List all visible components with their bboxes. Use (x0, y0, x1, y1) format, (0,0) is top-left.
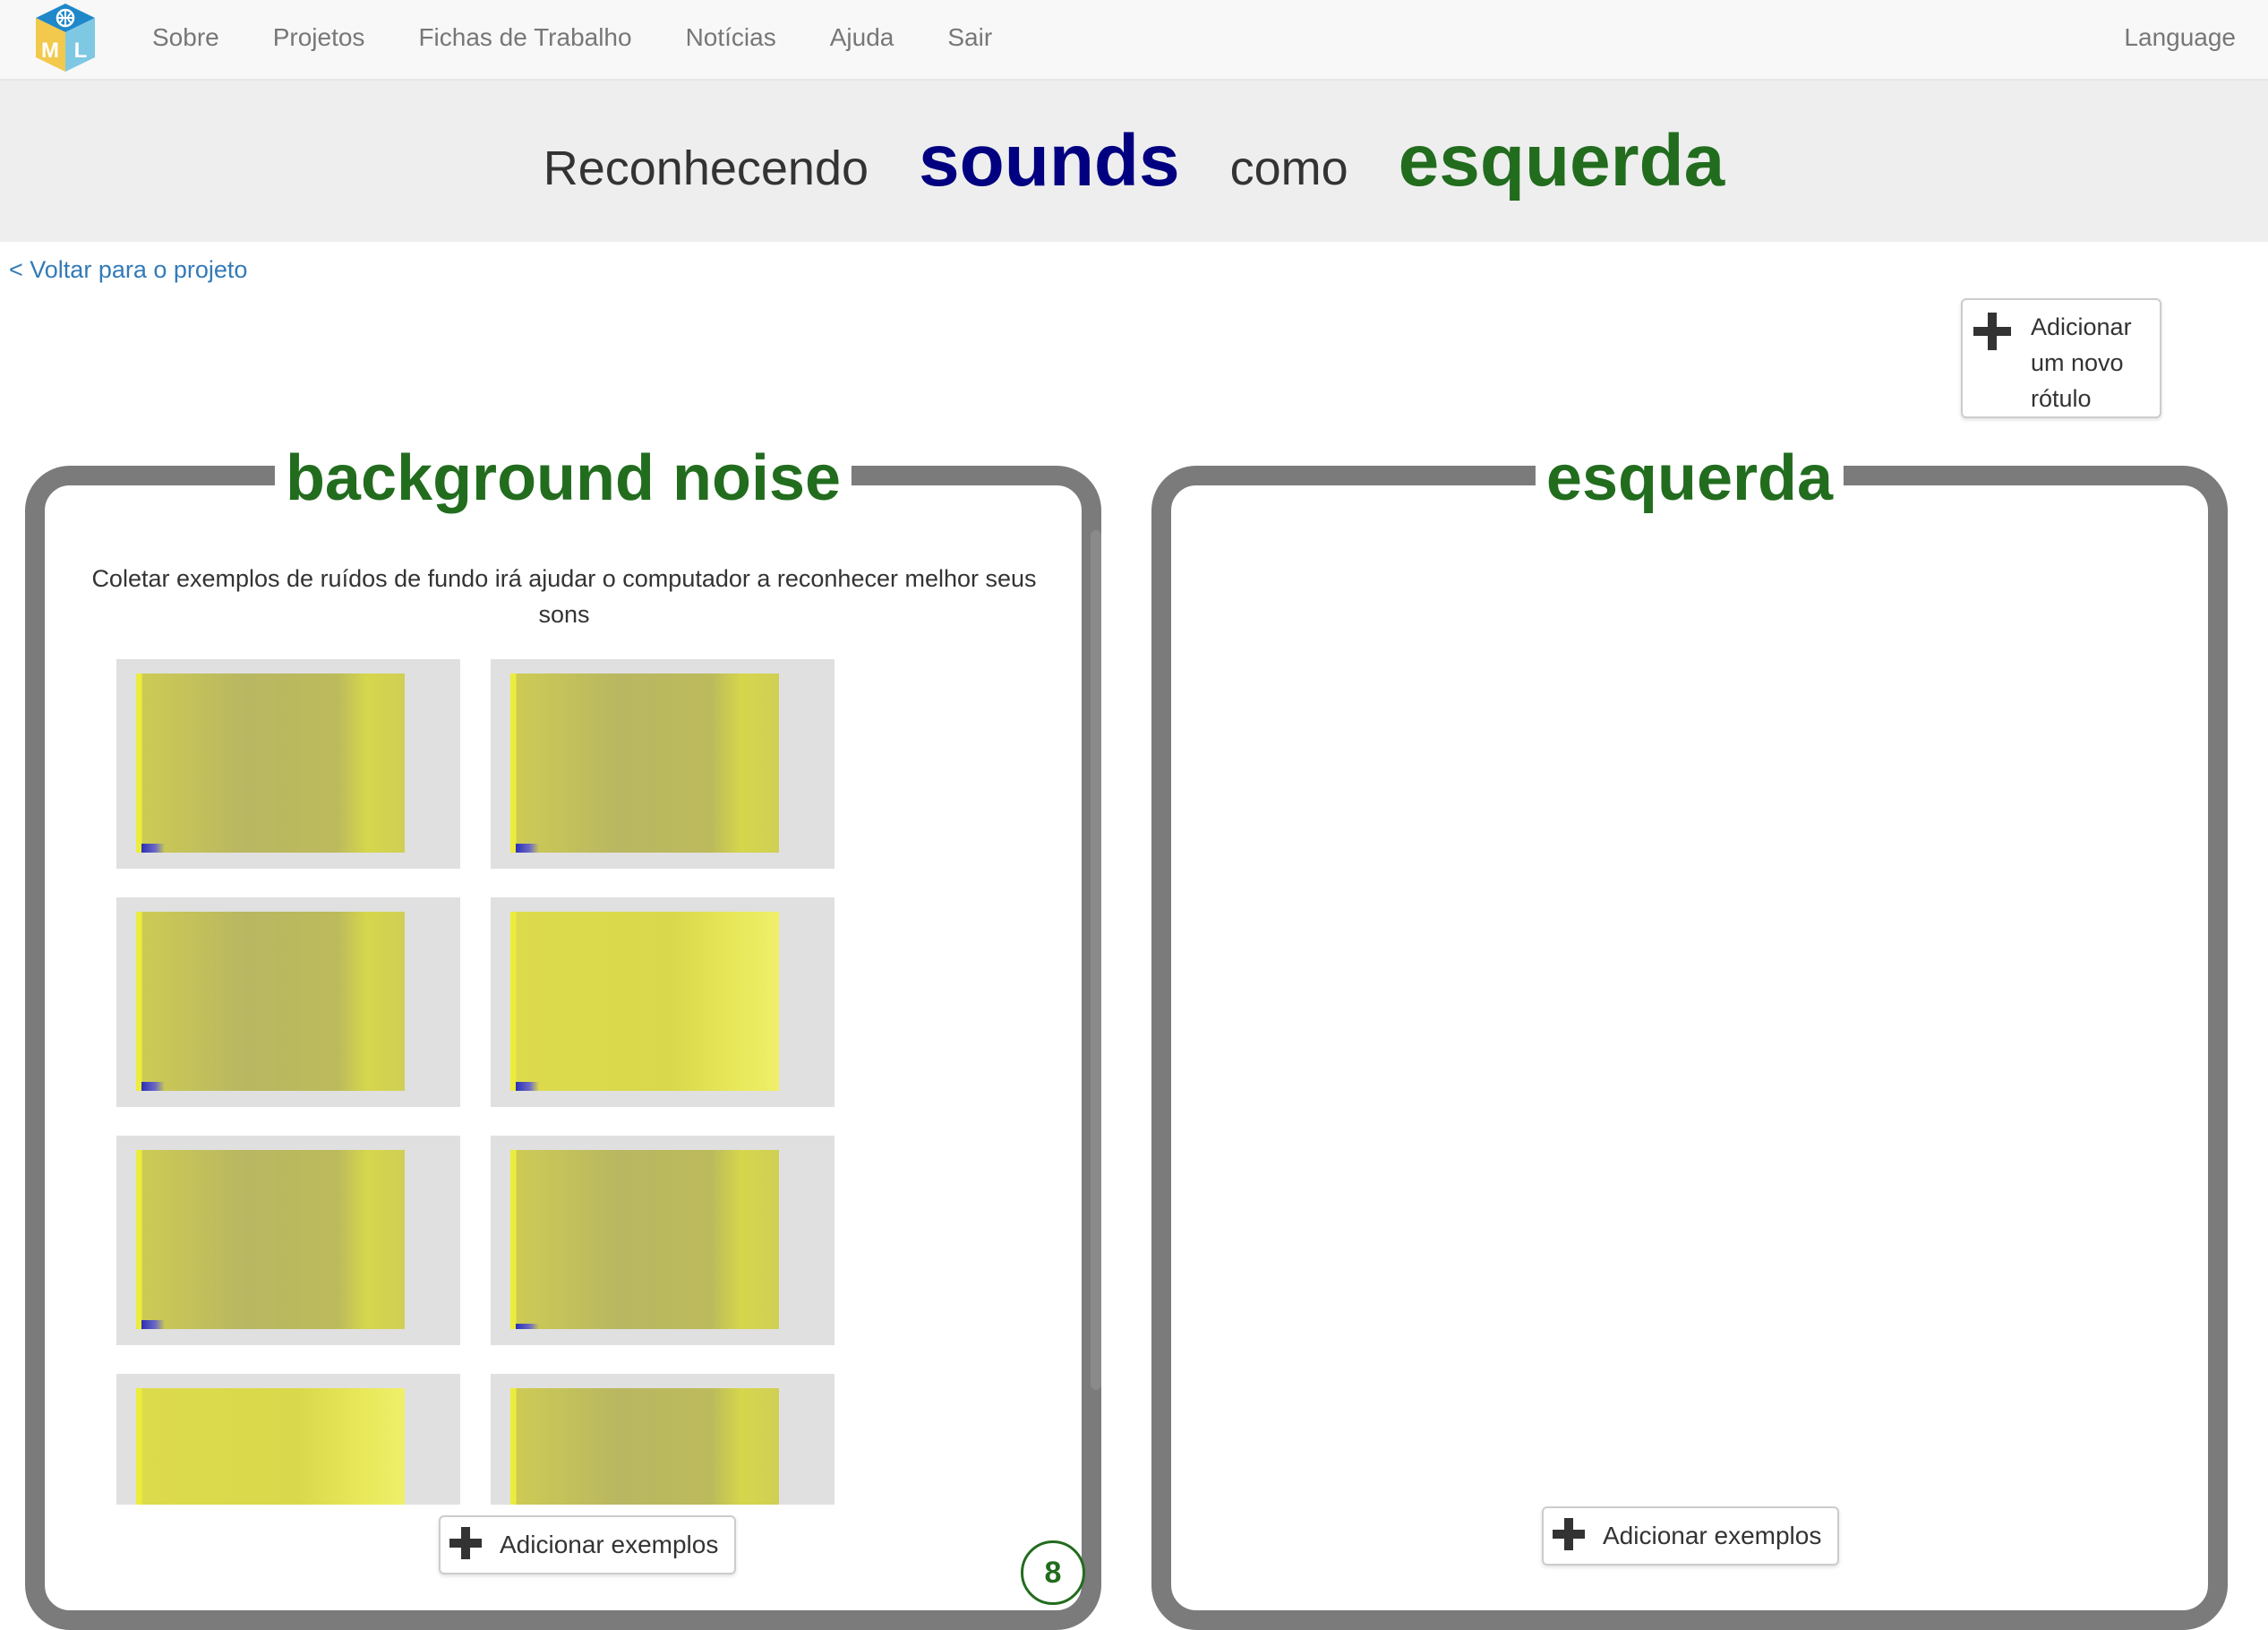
example-spectrogram-card[interactable] (491, 1136, 834, 1345)
spectrogram-image (510, 912, 779, 1091)
label-title: esquerda (1535, 441, 1844, 516)
example-spectrogram-card[interactable] (116, 1136, 460, 1345)
nav-link-sair[interactable]: Sair (920, 23, 1019, 52)
add-new-label-line-2: um novo (2031, 349, 2124, 376)
page-title: Reconhecendo sounds como esquerda (0, 81, 2268, 242)
title-connector: como (1229, 142, 1348, 195)
logo-letter-m: M (41, 39, 59, 63)
nav-links: Sobre Projetos Fichas de Trabalho Notíci… (125, 0, 1019, 75)
example-spectrogram-card[interactable] (491, 659, 834, 869)
spectrogram-image (510, 1150, 779, 1329)
machine-learning-for-kids-logo-icon[interactable]: M L (32, 0, 98, 75)
nav-link-fichas-de-trabalho[interactable]: Fichas de Trabalho (391, 23, 658, 52)
example-spectrogram-card[interactable] (116, 1374, 460, 1505)
spectrogram-image (136, 1388, 405, 1505)
add-examples-label: Adicionar exemplos (1603, 1522, 1822, 1549)
add-new-label-line-1: Adicionar (2031, 313, 2132, 340)
example-spectrogram-card[interactable] (491, 897, 834, 1107)
add-examples-label: Adicionar exemplos (500, 1531, 719, 1558)
language-menu[interactable]: Language (2124, 0, 2236, 75)
add-new-label-text: Adicionar um novo rótulo (2031, 309, 2156, 416)
plus-icon (1551, 1516, 1587, 1557)
spectrogram-image (510, 1388, 779, 1505)
title-label: esquerda (1398, 120, 1725, 202)
examples-grid (81, 659, 976, 1505)
example-spectrogram-card[interactable] (491, 1374, 834, 1505)
plus-icon (448, 1525, 484, 1566)
add-examples-button[interactable]: Adicionar exemplos (439, 1515, 736, 1574)
back-to-project-link[interactable]: < Voltar para o projeto (9, 256, 247, 284)
spectrogram-image (136, 673, 405, 853)
panel-scrollbar[interactable] (1091, 530, 1101, 1390)
logo-letter-l: L (74, 39, 88, 63)
spectrogram-image (136, 912, 405, 1091)
add-examples-button[interactable]: Adicionar exemplos (1542, 1506, 1839, 1566)
nav-link-noticias[interactable]: Notícias (659, 23, 803, 52)
spectrogram-image (136, 1150, 405, 1329)
add-new-label-line-3: rótulo (2031, 385, 2092, 412)
example-spectrogram-card[interactable] (116, 659, 460, 869)
label-title: background noise (274, 441, 852, 516)
plus-icon (1972, 311, 2013, 356)
label-help-text: Coletar exemplos de ruídos de fundo irá … (91, 565, 1037, 628)
nav-link-ajuda[interactable]: Ajuda (803, 23, 921, 52)
example-spectrogram-card[interactable] (116, 897, 460, 1107)
add-new-label-button[interactable]: Adicionar um novo rótulo (1961, 298, 2161, 418)
title-prefix: Reconhecendo (543, 142, 869, 195)
example-count-badge: 8 (1021, 1540, 1085, 1605)
label-panel-esquerda: esquerda Adicionar exemplos (1151, 441, 2228, 1630)
title-project-type: sounds (919, 120, 1180, 202)
spectrogram-image (510, 673, 779, 853)
nav-link-projetos[interactable]: Projetos (246, 23, 392, 52)
label-panel-background-noise: background noise Coletar exemplos de ruí… (25, 441, 1101, 1630)
nav-link-sobre[interactable]: Sobre (125, 23, 246, 52)
top-navbar: M L Sobre Projetos Fichas de Trabalho No… (0, 0, 2268, 81)
